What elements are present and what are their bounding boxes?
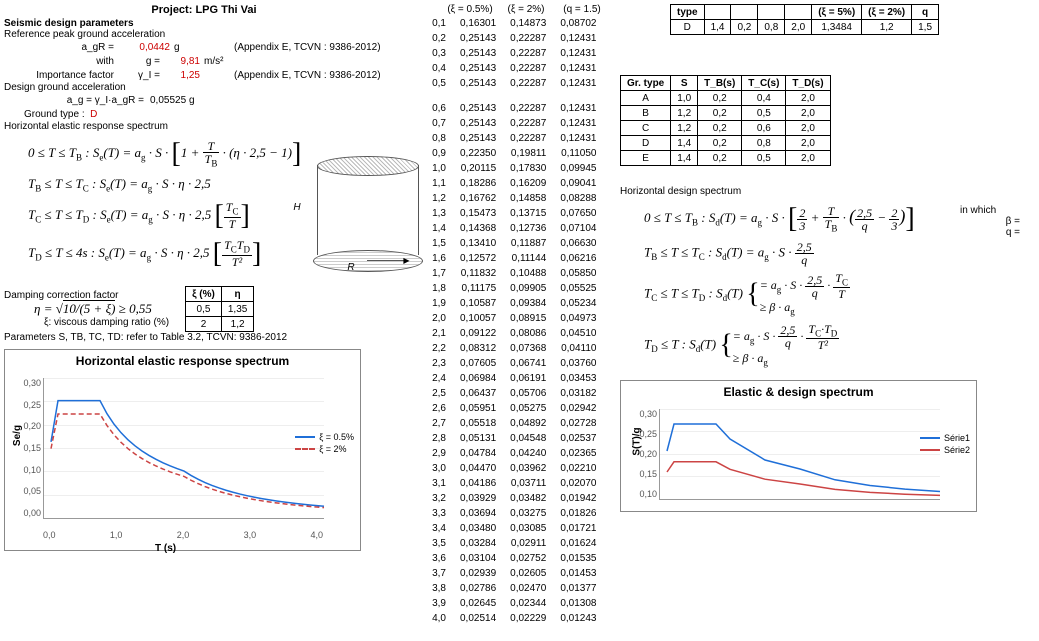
pga-ref: (Appendix E, TCVN : 9386-2012) (234, 42, 381, 53)
dformula-4: TD ≤ T : Sd(T) {= ag · S · 2,5q · TC·TDT… (644, 323, 960, 368)
formula-1: 0 ≤ T ≤ TB : Se(T) = ag · S · [1 + TTB ·… (28, 138, 301, 170)
dformula-2: TB ≤ T ≤ TC : Sd(T) = ag · S · 2,5q (644, 241, 960, 266)
gtype-label: Ground type : (24, 109, 85, 120)
spectrum-table: 0,10,163010,148730,087020,20,251430,2228… (412, 15, 604, 627)
imp-label: Importance factor (4, 70, 120, 81)
formula-4: TD ≤ T ≤ 4s : Se(T) = ag · S · η · 2,5 [… (28, 238, 301, 270)
gtype-val: D (90, 109, 97, 120)
chart-elastic-spectrum: Horizontal elastic response spectrum 0,3… (4, 349, 361, 551)
top-params-table: type (ξ = 5%) (ξ = 2%) q D1,4 0,20,8 2,0… (670, 4, 939, 35)
damping-table: ξ (%)η 0,51,35 21,2 (185, 286, 254, 332)
damp-note: ξ: viscous damping ratio (%) (44, 317, 169, 328)
imp-val: 1,25 (160, 70, 204, 81)
pga-label: Reference peak ground acceleration (4, 29, 404, 40)
pga-unit: g (174, 42, 204, 53)
project-title: Project: LPG Thi Vai (4, 4, 404, 16)
dformula-1: 0 ≤ T ≤ TB : Sd(T) = ag · S · [23 + TTB … (644, 203, 960, 235)
imp-ref: (Appendix E, TCVN : 9386-2012) (234, 70, 381, 81)
formula-2: TB ≤ T ≤ TC : Se(T) = ag · S · η · 2,5 (28, 176, 301, 194)
spec-headers: (ξ = 0.5%) (ξ = 2%) (q = 1.5) (412, 4, 612, 15)
with-label: with (4, 56, 120, 67)
imp-sym: γ_I = (120, 70, 160, 81)
pga-val: 0,0442 (120, 42, 174, 53)
pga-sym: a_gR = (4, 42, 120, 53)
dga-sym: a_g = γ_I·a_gR = (4, 95, 150, 106)
hers-label: Horizontal elastic response spectrum (4, 121, 404, 132)
dga-label: Design ground acceleration (4, 82, 404, 93)
section-seismic: Seismic design parameters (4, 18, 404, 29)
g-val: 9,81 (160, 56, 204, 67)
tank-diagram: H ▶ R (307, 132, 404, 282)
dformula-3: TC ≤ T ≤ TD : Sd(T) {= ag · S · 2,5q · T… (644, 272, 960, 317)
dga-val: 0,05525 (150, 95, 186, 106)
in-which: in which β = q = (960, 197, 1020, 238)
damp-formula: η = √10/(5 + ξ) ≥ 0,55 (34, 301, 169, 317)
formula-3: TC ≤ T ≤ TD : Se(T) = ag · S · η · 2,5 [… (28, 200, 301, 232)
hds-label: Horizontal design spectrum (620, 186, 1020, 197)
params-note: Parameters S, TB, TC, TD: refer to Table… (4, 332, 404, 343)
ground-type-table: Gr. typeS T_B(s)T_C(s)T_D(s) A1,00,20,42… (620, 75, 831, 166)
chart-design-spectrum: Elastic & design spectrum 0,30 0,25 0,20… (620, 380, 977, 512)
g-unit: m/s² (204, 56, 234, 67)
g-sym: g = (120, 56, 160, 67)
dga-unit: g (189, 95, 195, 106)
